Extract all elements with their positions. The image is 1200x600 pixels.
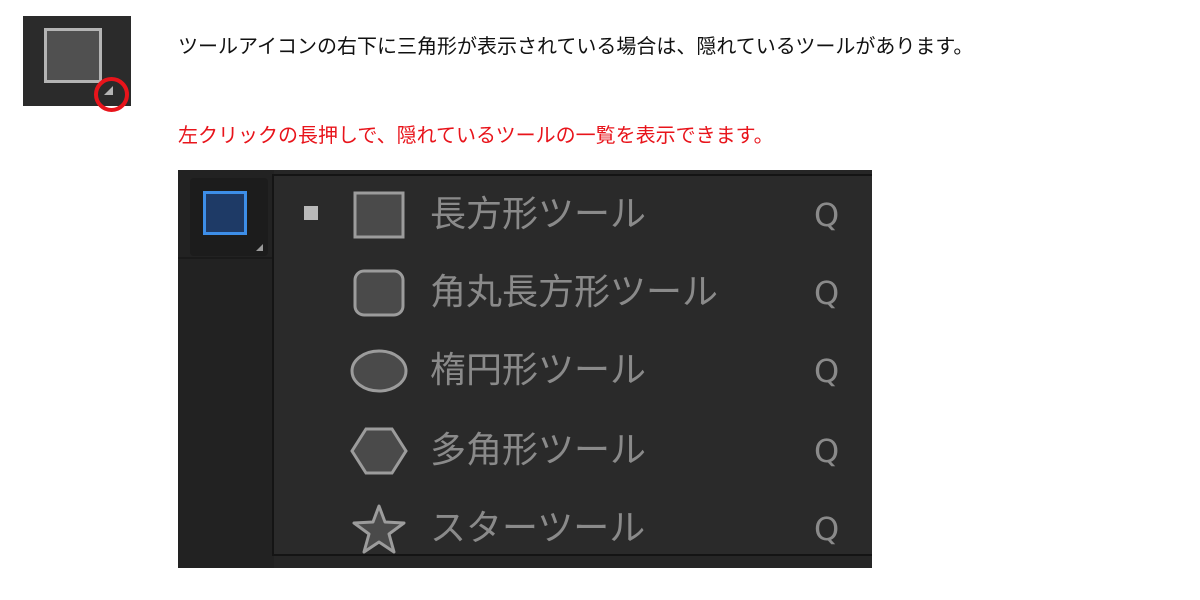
flyout-screenshot: 長方形ツール Q 角丸長方形ツール Q 楕円形ツール Q 多角形ツール Q スタ… xyxy=(178,170,872,568)
menu-item-rounded-rectangle-tool[interactable]: 角丸長方形ツール Q xyxy=(274,254,872,334)
menu-item-shortcut: Q xyxy=(814,432,840,470)
hidden-tools-triangle-icon xyxy=(256,244,263,251)
toolbar xyxy=(178,170,274,568)
rectangle-icon xyxy=(203,191,247,235)
menu-item-shortcut: Q xyxy=(814,510,840,548)
menu-item-shortcut: Q xyxy=(814,274,840,312)
hidden-tool-note: ツールアイコンの右下に三角形が表示されている場合は、隠れているツールがあります。 xyxy=(178,34,974,58)
menu-item-polygon-tool[interactable]: 多角形ツール Q xyxy=(274,412,872,492)
flyout-menu: 長方形ツール Q 角丸長方形ツール Q 楕円形ツール Q 多角形ツール Q スタ… xyxy=(272,174,872,556)
menu-item-ellipse-tool[interactable]: 楕円形ツール Q xyxy=(274,332,872,412)
menu-item-shortcut: Q xyxy=(814,352,840,390)
rectangle-icon xyxy=(353,191,405,239)
star-icon xyxy=(352,504,406,554)
menu-item-label: 長方形ツール xyxy=(430,194,647,235)
menu-item-star-tool[interactable]: スターツール Q xyxy=(274,490,872,568)
menu-item-shortcut: Q xyxy=(814,196,840,234)
menu-item-label: スターツール xyxy=(430,508,646,549)
ellipse-icon xyxy=(350,349,408,393)
menu-item-label: 多角形ツール xyxy=(430,430,647,471)
polygon-icon xyxy=(350,427,408,475)
menu-item-label: 角丸長方形ツール xyxy=(430,272,719,313)
rectangle-icon xyxy=(44,28,102,83)
menu-item-label: 楕円形ツール xyxy=(430,350,647,391)
menu-item-rectangle-tool[interactable]: 長方形ツール Q xyxy=(274,176,872,256)
selected-bullet-icon xyxy=(304,206,318,220)
toolbar-divider xyxy=(178,257,274,259)
long-press-note: 左クリックの長押しで、隠れているツールの一覧を表示できます。 xyxy=(178,123,774,147)
active-rectangle-tool-button[interactable] xyxy=(190,178,268,256)
highlight-circle xyxy=(94,77,129,112)
rounded-rectangle-icon xyxy=(353,269,405,317)
